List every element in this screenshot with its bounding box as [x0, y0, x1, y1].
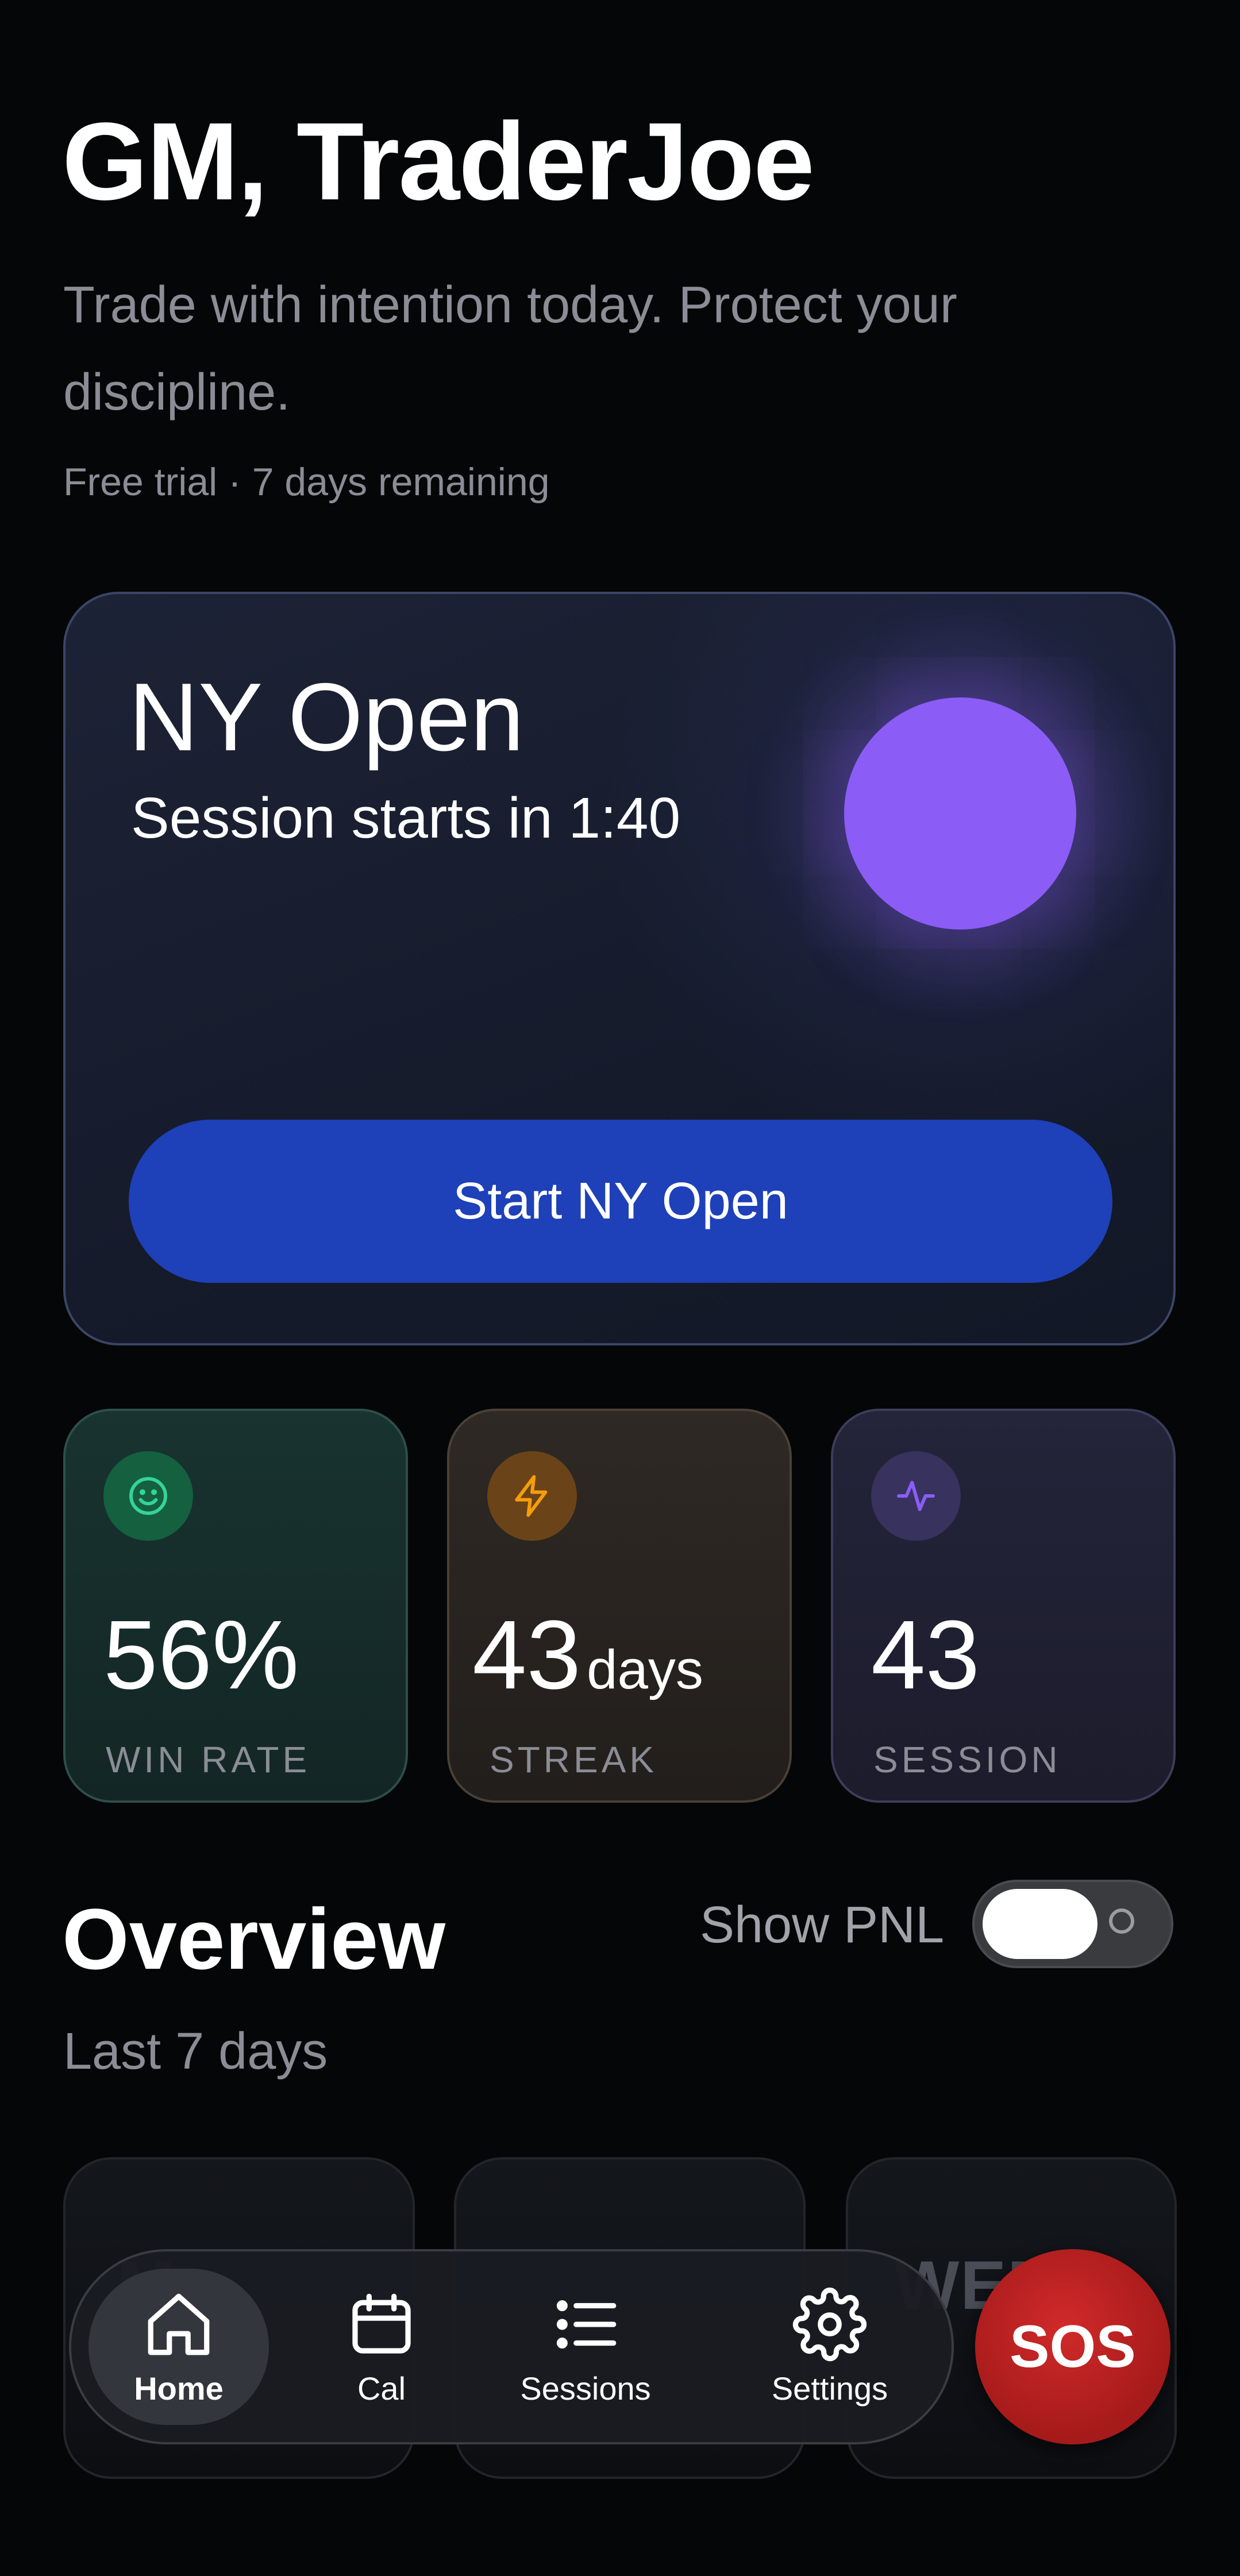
tagline: Trade with intention today. Protect your…: [63, 276, 957, 421]
overview-subtitle: Last 7 days: [63, 2023, 328, 2080]
activity-icon: [871, 1451, 961, 1541]
nav-label: Cal: [357, 2370, 406, 2407]
session-countdown: Session starts in 1:40: [131, 786, 681, 850]
stat-value: 43 days: [472, 1601, 703, 1710]
stat-card-session[interactable]: 43 SESSION: [831, 1409, 1176, 1803]
session-card: NY Open Session starts in 1:40 Start NY …: [63, 592, 1176, 1345]
greeting-title: GM, TraderJoe: [62, 99, 815, 223]
nav-label: Settings: [771, 2370, 888, 2407]
nav-label: Sessions: [520, 2370, 651, 2407]
nav-item-cal[interactable]: Cal: [307, 2251, 456, 2442]
toggle-off-indicator: [1109, 1908, 1134, 1934]
stat-label: SESSION: [873, 1739, 1061, 1780]
sos-button[interactable]: SOS: [975, 2249, 1170, 2444]
home-icon: [148, 2293, 210, 2355]
stat-card-win-rate[interactable]: 56% WIN RATE: [63, 1409, 408, 1803]
nav-item-settings[interactable]: Settings: [744, 2251, 916, 2442]
stat-label: WIN RATE: [106, 1739, 311, 1780]
start-session-button[interactable]: Start NY Open: [129, 1120, 1112, 1283]
calendar-icon: [352, 2293, 411, 2354]
toggle-knob: [983, 1889, 1097, 1959]
session-title: NY Open: [129, 663, 524, 771]
nav-item-sessions[interactable]: Sessions: [502, 2251, 669, 2442]
session-orb: [844, 697, 1076, 930]
list-icon: [556, 2300, 617, 2349]
nav-label: Home: [134, 2370, 224, 2407]
stat-label: STREAK: [490, 1739, 658, 1780]
pnl-toggle-label: Show PNL: [700, 1896, 945, 1954]
lightning-icon: [487, 1451, 577, 1541]
stat-value: 43: [871, 1601, 980, 1710]
nav-item-home[interactable]: Home: [88, 2251, 269, 2442]
bottom-nav: Home Cal Sessions Settings: [69, 2249, 954, 2444]
trial-status: Free trial · 7 days remaining: [63, 460, 550, 504]
overview-title: Overview: [62, 1891, 446, 1987]
stat-card-streak[interactable]: 43 days STREAK: [447, 1409, 792, 1803]
smile-icon: [103, 1451, 193, 1541]
pnl-toggle[interactable]: [972, 1880, 1173, 1968]
gear-icon: [792, 2287, 867, 2361]
stat-value: 56%: [103, 1601, 299, 1710]
